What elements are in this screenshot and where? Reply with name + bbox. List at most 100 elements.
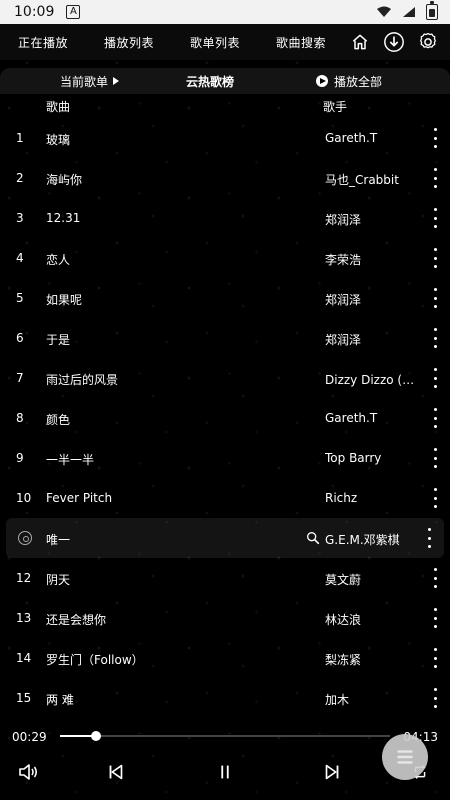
song-artist: 林达浪 — [325, 613, 362, 627]
song-title: 一半一半 — [46, 453, 95, 467]
song-artist: 郑润泽 — [325, 213, 362, 227]
song-title: 玻璃 — [46, 133, 71, 147]
more-options-icon[interactable] — [426, 528, 432, 548]
song-row[interactable]: 12 阴天 莫文蔚 — [0, 558, 450, 598]
seek-bar: 00:29 04:13 — [0, 724, 450, 748]
more-options-icon[interactable] — [432, 288, 438, 308]
song-index: 7 — [16, 371, 24, 385]
more-options-icon[interactable] — [432, 128, 438, 148]
menu-icon — [397, 750, 413, 764]
more-options-icon[interactable] — [432, 648, 438, 668]
song-row[interactable]: 13 还是会想你 林达浪 — [0, 598, 450, 638]
more-options-icon[interactable] — [432, 248, 438, 268]
song-artist: 加木 — [325, 693, 350, 707]
artist-column-header: 歌手 — [323, 100, 348, 114]
more-options-icon[interactable] — [432, 328, 438, 348]
song-artist: 梨冻紧 — [325, 653, 362, 667]
top-nav-icons — [348, 30, 450, 54]
previous-button[interactable] — [104, 760, 128, 784]
more-options-icon[interactable] — [432, 568, 438, 588]
song-row[interactable]: 1 玻璃 Gareth.T — [0, 118, 450, 158]
more-options-icon[interactable] — [432, 448, 438, 468]
song-title: 阴天 — [46, 573, 71, 587]
song-list: 1 玻璃 Gareth.T 2 海屿你 马也_Crabbit 3 12.31 郑润泽 4 恋人 李荣浩… — [0, 118, 450, 718]
song-index: 1 — [16, 131, 24, 145]
home-icon — [352, 34, 368, 50]
more-options-icon[interactable] — [432, 488, 438, 508]
song-row[interactable]: 14 罗生门（Follow） 梨冻紧 — [0, 638, 450, 678]
song-index: 6 — [16, 331, 24, 345]
song-title: 还是会想你 — [46, 613, 107, 627]
song-title: 12.31 — [46, 211, 81, 225]
current-playlist-button[interactable]: 当前歌单 — [60, 73, 120, 90]
song-index: 3 — [16, 211, 24, 225]
song-title: 罗生门（Follow） — [46, 653, 144, 667]
triangle-right-icon — [113, 77, 120, 85]
song-title: 如果呢 — [46, 293, 83, 307]
song-title: 两 难 — [46, 693, 74, 707]
download-button[interactable] — [382, 30, 406, 54]
song-title: 雨过后的风景 — [46, 373, 119, 387]
song-row[interactable]: 10 Fever Pitch Richz — [0, 478, 450, 518]
song-index: 13 — [16, 611, 32, 625]
tab-playlist[interactable]: 播放列表 — [68, 34, 154, 51]
song-artist: G.E.M.邓紫棋 — [325, 533, 400, 547]
gear-icon — [420, 32, 436, 49]
song-index: 9 — [16, 451, 24, 465]
battery-icon — [426, 1, 438, 20]
volume-icon — [19, 764, 38, 780]
seek-track[interactable] — [60, 735, 390, 737]
song-title: Fever Pitch — [46, 491, 113, 505]
song-index: 8 — [16, 411, 24, 425]
settings-button[interactable] — [416, 30, 440, 54]
song-artist: 郑润泽 — [325, 333, 362, 347]
seek-knob[interactable] — [91, 731, 102, 741]
song-title: 于是 — [46, 333, 71, 347]
volume-button[interactable] — [16, 760, 40, 784]
song-index: 14 — [16, 651, 32, 665]
song-row[interactable]: 6 于是 郑润泽 — [0, 318, 450, 358]
tab-now-playing[interactable]: 正在播放 — [0, 34, 68, 51]
song-row[interactable]: 15 两 难 加木 — [0, 678, 450, 718]
song-row-active[interactable]: 唯一 G.E.M.邓紫棋 — [6, 518, 444, 558]
song-row[interactable]: 3 12.31 郑润泽 — [0, 198, 450, 238]
song-row[interactable]: 5 如果呢 郑润泽 — [0, 278, 450, 318]
more-options-icon[interactable] — [432, 368, 438, 388]
song-index: 15 — [16, 691, 32, 705]
next-button[interactable] — [320, 760, 344, 784]
song-row[interactable]: 9 一半一半 Top Barry — [0, 438, 450, 478]
signal-icon — [403, 7, 415, 17]
song-index: 12 — [16, 571, 32, 585]
more-options-icon[interactable] — [432, 208, 438, 228]
song-row[interactable]: 8 颜色 Gareth.T — [0, 398, 450, 438]
play-all-label: 播放全部 — [333, 74, 382, 89]
song-row[interactable]: 4 恋人 李荣浩 — [0, 238, 450, 278]
more-options-icon[interactable] — [432, 408, 438, 428]
category-bar: 当前歌单 云热歌榜 播放全部 — [0, 68, 450, 94]
song-artist: Gareth.T — [325, 131, 378, 145]
tab-song-lists[interactable]: 歌单列表 — [154, 34, 240, 51]
more-options-icon[interactable] — [432, 168, 438, 188]
search-icon[interactable] — [305, 530, 321, 546]
floating-menu-button[interactable] — [382, 734, 428, 780]
song-row[interactable]: 7 雨过后的风景 Dizzy Dizzo (蔡… — [0, 358, 450, 398]
tab-song-search[interactable]: 歌曲搜索 — [240, 34, 326, 51]
song-title: 唯一 — [46, 533, 71, 547]
pause-button[interactable] — [213, 760, 237, 784]
song-artist: Top Barry — [325, 451, 382, 465]
song-row[interactable]: 2 海屿你 马也_Crabbit — [0, 158, 450, 198]
list-header: 歌曲 歌手 — [0, 96, 450, 114]
song-artist: 莫文蔚 — [325, 573, 362, 587]
elapsed-time: 00:29 — [12, 730, 47, 744]
pause-icon — [221, 765, 229, 779]
song-artist: Dizzy Dizzo (蔡… — [325, 373, 420, 387]
song-artist: 马也_Crabbit — [325, 173, 399, 187]
more-options-icon[interactable] — [432, 688, 438, 708]
top-nav: 正在播放 播放列表 歌单列表 歌曲搜索 — [0, 24, 450, 60]
play-all-button[interactable]: 播放全部 — [315, 73, 382, 90]
home-button[interactable] — [348, 30, 372, 54]
song-index: 5 — [16, 291, 24, 305]
song-index: 4 — [16, 251, 24, 265]
more-options-icon[interactable] — [432, 608, 438, 628]
download-icon — [384, 32, 404, 52]
